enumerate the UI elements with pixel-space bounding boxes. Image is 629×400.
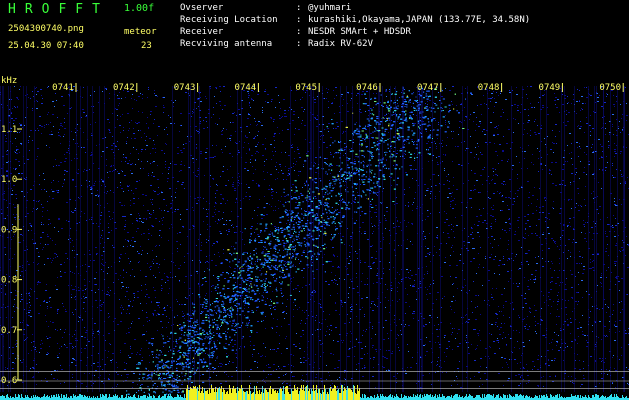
info-value: kurashiki,Okayama,JAPAN (133.77E, 34.58N… <box>308 15 531 25</box>
info-row-observer: Ovserver: @yuhmari <box>180 3 352 13</box>
frequency-unit-label: kHz <box>1 76 17 86</box>
info-row-location: Receiving Location: kurashiki,Okayama,JAP… <box>180 15 531 25</box>
time-tick-label: 0745 <box>295 83 317 93</box>
time-tick-label: 0746 <box>356 83 378 93</box>
frequency-tick-label: 0.8 <box>1 276 17 286</box>
info-value: Radix RV-62V <box>308 39 374 49</box>
time-tick-label: 0750 <box>599 83 621 93</box>
info-key: Ovserver <box>180 3 224 13</box>
app-title: HROFFT <box>8 2 109 17</box>
mode-label: meteor <box>124 27 157 37</box>
info-key: Receiving Location <box>180 15 278 25</box>
image-filename: 2504300740.png <box>8 24 84 34</box>
time-tick-label: 0742 <box>113 83 135 93</box>
time-tick-label: 0749 <box>539 83 561 93</box>
capture-datetime: 25.04.30 07:40 <box>8 41 84 51</box>
info-value: NESDR SMArt + HDSDR <box>308 27 411 37</box>
spectrogram-noise <box>0 86 629 392</box>
frequency-tick-label: 0.7 <box>1 326 17 336</box>
info-key: Receiver <box>180 27 224 37</box>
frequency-tick-label: 1.0 <box>1 175 17 185</box>
hrofft-window: HROFFT 1.00f 2504300740.png meteor 25.04… <box>0 0 629 400</box>
frequency-tick-label: 0.9 <box>1 225 17 235</box>
baseline-band <box>0 385 629 400</box>
frequency-tick-label: 0.6 <box>1 376 17 386</box>
time-tick-label: 0748 <box>478 83 500 93</box>
time-tick-label: 0744 <box>235 83 257 93</box>
spectrogram-plot: kHz 0741 0742 0743 0744 0745 0746 0747 0748 0749 0… <box>0 76 629 400</box>
meteor-count: 23 <box>141 41 152 51</box>
info-row-antenna: Recviving antenna: Radix RV-62V <box>180 39 374 49</box>
info-key: Recviving antenna <box>180 39 273 49</box>
time-tick-label: 0743 <box>174 83 196 93</box>
time-tick-label: 0747 <box>417 83 439 93</box>
axes: kHz 0741 0742 0743 0744 0745 0746 0747 0748 0749 0… <box>1 76 624 386</box>
info-row-receiver: Receiver: NESDR SMArt + HDSDR <box>180 27 411 37</box>
time-tick-label: 0741 <box>52 83 74 93</box>
frequency-tick-label: 1.1 <box>1 125 17 135</box>
app-version: 1.00f <box>124 3 155 14</box>
reference-lines <box>0 371 629 389</box>
info-value: @yuhmari <box>308 3 352 13</box>
